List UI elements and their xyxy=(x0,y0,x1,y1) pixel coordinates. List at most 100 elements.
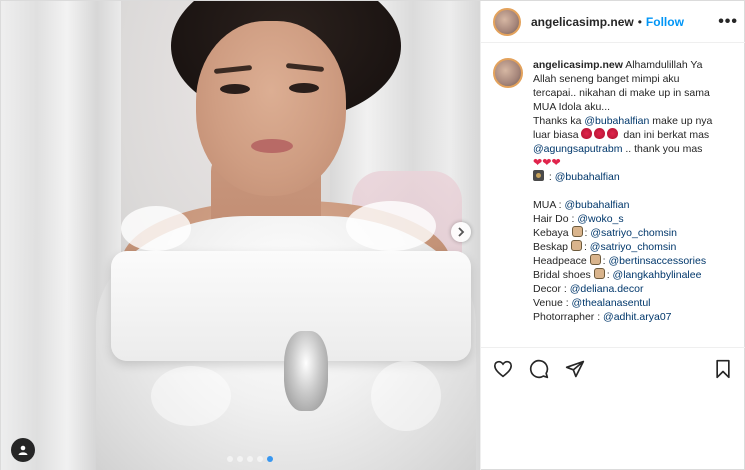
post-side-panel: angelicasimp.new • Follow ••• angelicasi… xyxy=(480,1,745,470)
caption-line: MUA Idola aku... xyxy=(533,101,611,113)
user-tag-icon xyxy=(18,445,28,455)
carousel-dot xyxy=(247,456,253,462)
person-emoji-icon xyxy=(571,226,583,237)
credit-colon: : xyxy=(606,269,610,281)
caption-text-part: make up nya xyxy=(652,115,713,127)
credit-line: Photorrapher : @adhit.arya07 xyxy=(533,310,731,324)
mention-link[interactable]: @bertinsaccessories xyxy=(608,255,706,267)
caption-avatar[interactable] xyxy=(493,58,523,88)
heart-icon xyxy=(493,360,513,377)
paper-plane-icon xyxy=(565,360,585,377)
mention-link[interactable]: @thealanasentul xyxy=(572,297,651,309)
credit-label: Bridal shoes xyxy=(533,269,591,281)
credits-list: MUA : @bubahalfian Hair Do : @woko_s Kebay… xyxy=(533,198,731,324)
heart-emoji-icon: ❤ xyxy=(551,157,561,169)
credit-line: Headpeace : @bertinsaccessories xyxy=(533,254,731,268)
caption-line: : @bubahalfian xyxy=(533,170,731,184)
credit-line: Bridal shoes : @langkahbylinalee xyxy=(533,268,731,282)
caption: angelicasimp.new Alhamdulillah Ya Allah … xyxy=(481,43,745,324)
caption-line: Thanks ka @bubahalfian make up nya xyxy=(533,114,731,128)
caption-text-part: Thanks ka xyxy=(533,115,582,127)
carousel-dot xyxy=(257,456,263,462)
lace-detail xyxy=(121,206,191,251)
mention-link[interactable]: @deliana.decor xyxy=(570,283,644,295)
credit-label: MUA : xyxy=(533,199,562,211)
share-button[interactable] xyxy=(564,358,586,380)
post-photo[interactable] xyxy=(1,1,480,470)
carousel-dot-active xyxy=(267,456,273,462)
follow-button[interactable]: Follow xyxy=(646,15,684,29)
credit-line: Decor : @deliana.decor xyxy=(533,282,731,296)
bookmark-icon xyxy=(716,359,730,378)
caption-text: angelicasimp.new Alhamdulillah Ya Allah … xyxy=(533,58,731,324)
credit-line: MUA : @bubahalfian xyxy=(533,198,731,212)
header-username[interactable]: angelicasimp.new xyxy=(531,15,634,29)
caption-text-part: dan ini berkat mas xyxy=(623,129,710,141)
mention-link[interactable]: @bubahalfian xyxy=(555,171,620,183)
mention-link[interactable]: @bubahalfian xyxy=(565,199,630,211)
credit-colon: : xyxy=(583,241,587,253)
credit-label: Hair Do : xyxy=(533,213,575,225)
caption-text-part: luar biasa xyxy=(533,129,579,141)
caption-line: @agungsaputrabm .. thank you mas xyxy=(533,142,731,156)
mention-link[interactable]: @agungsaputrabm xyxy=(533,143,622,155)
caption-text-part: .. thank you mas xyxy=(625,143,703,155)
instagram-post: angelicasimp.new • Follow ••• angelicasi… xyxy=(0,0,745,470)
credit-label: Kebaya xyxy=(533,227,569,239)
action-bar xyxy=(480,347,745,389)
mention-link[interactable]: @satriyo_chomsin xyxy=(590,227,677,239)
credit-colon: : xyxy=(584,227,588,239)
credit-label: Beskap xyxy=(533,241,569,253)
mention-link[interactable]: @bubahalfian xyxy=(584,115,649,127)
credit-label: Headpeace xyxy=(533,255,587,267)
carousel-dot xyxy=(237,456,243,462)
credit-line: Venue : @thealanasentul xyxy=(533,296,731,310)
caption-line: Allah seneng banget mimpi aku xyxy=(533,73,680,85)
caption-username[interactable]: angelicasimp.new xyxy=(533,59,623,71)
mention-link[interactable]: @satriyo_chomsin xyxy=(590,241,677,253)
camera-emoji-icon xyxy=(533,170,544,181)
credit-label: Decor : xyxy=(533,283,567,295)
heart-emoji-icon: ❤ xyxy=(533,157,543,169)
person-emoji-icon xyxy=(593,268,605,279)
comment-icon xyxy=(529,359,549,378)
header-separator: • xyxy=(637,14,642,29)
caption-line: luar biasa dan ini berkat mas xyxy=(533,128,731,142)
left-eye xyxy=(220,84,250,94)
caption-text-part: Alhamdulillah Ya xyxy=(625,59,703,71)
person-emoji-icon xyxy=(570,240,582,251)
mention-link[interactable]: @woko_s xyxy=(577,213,623,225)
lace-detail xyxy=(346,201,436,251)
credit-line: Kebaya : @satriyo_chomsin xyxy=(533,226,731,240)
caption-text-part: : xyxy=(548,171,552,183)
credit-line: Hair Do : @woko_s xyxy=(533,212,731,226)
credit-label: Photorrapher : xyxy=(533,311,601,323)
brooch xyxy=(284,331,328,411)
avatar[interactable] xyxy=(493,7,521,36)
mention-link[interactable]: @adhit.arya07 xyxy=(603,311,671,323)
like-button[interactable] xyxy=(492,358,514,380)
caption-line: tercapai.. nikahan di make up in sama xyxy=(533,87,710,99)
face xyxy=(196,21,346,196)
lips-emoji-icon xyxy=(607,128,619,139)
credit-colon: : xyxy=(602,255,606,267)
person-emoji-icon xyxy=(589,254,601,265)
lips-emoji-icon xyxy=(581,128,593,139)
caption-line: ❤❤❤ xyxy=(533,156,731,170)
comment-button[interactable] xyxy=(528,358,550,380)
more-options-button[interactable]: ••• xyxy=(718,13,738,31)
next-photo-button[interactable] xyxy=(451,222,471,242)
chevron-right-icon xyxy=(458,227,465,237)
post-header: angelicasimp.new • Follow ••• xyxy=(481,1,745,43)
mention-link[interactable]: @langkahbylinalee xyxy=(613,269,702,281)
save-button[interactable] xyxy=(712,358,734,380)
caption-line: angelicasimp.new Alhamdulillah Ya xyxy=(533,58,731,72)
lace-detail xyxy=(151,366,231,426)
lips xyxy=(251,139,293,153)
right-eye xyxy=(289,83,319,93)
carousel-dots xyxy=(227,456,273,462)
lips-emoji-icon xyxy=(594,128,606,139)
credit-line: Beskap : @satriyo_chomsin xyxy=(533,240,731,254)
user-tag-button[interactable] xyxy=(11,438,35,462)
